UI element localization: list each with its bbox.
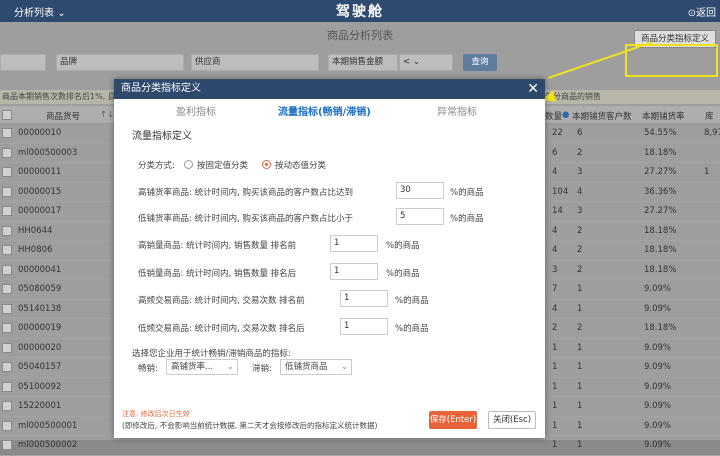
high-frequency-input[interactable]: 1 <box>340 290 388 307</box>
field-suffix: %的商品 <box>395 324 429 334</box>
low-sales-input[interactable]: 1 <box>330 263 378 280</box>
close-button[interactable]: 关闭(Esc) <box>488 411 536 429</box>
filter-left-field[interactable] <box>0 54 46 71</box>
select-all-checkbox[interactable] <box>2 110 12 120</box>
tab-traffic[interactable]: 流量指标(畅销/滞销) <box>278 103 371 118</box>
category-definition-dialog: 商品分类指标定义 ✕ 盈利指标 流量指标(畅销/滞销) 异常指标 流量指标定义 … <box>114 79 545 438</box>
radio-fixed[interactable] <box>184 160 193 169</box>
row-checkbox[interactable] <box>2 167 12 177</box>
row-checkbox[interactable] <box>2 381 12 392</box>
hot-label: 畅销: <box>138 364 158 374</box>
dialog-title: 商品分类指标定义 <box>121 83 201 94</box>
high-sales-input[interactable]: 1 <box>330 235 378 252</box>
row-checkbox[interactable] <box>2 206 12 216</box>
supplier-filter[interactable]: 供应商 <box>191 54 319 71</box>
header-coverage-rate[interactable]: 本期铺货率 <box>642 110 685 122</box>
choose-indicator-label: 选择您企业用于统计畅销/滞销商品的指标: <box>132 349 291 359</box>
header-customer-count[interactable]: 本期铺货客户数 <box>572 110 632 122</box>
chevron-down-icon: ⌄ <box>340 362 348 372</box>
field-label: 高销量商品: 统计时间内, 销售数量 排名前 <box>138 241 297 251</box>
slow-indicator-select[interactable]: 低铺货商品 ⌄ <box>280 359 352 375</box>
row-checkbox[interactable] <box>2 225 12 236</box>
radio-dynamic-label: 按动态值分类 <box>275 161 327 171</box>
radio-fixed-label: 按固定值分类 <box>197 161 249 171</box>
row-checkbox[interactable] <box>2 401 12 411</box>
field-label: 低铺货率商品: 统计时间内, 购买该商品的客户数占比小于 <box>138 214 353 224</box>
row-checkbox[interactable] <box>2 264 12 275</box>
row-checkbox[interactable] <box>2 440 12 450</box>
row-checkbox[interactable] <box>2 186 12 197</box>
query-button[interactable]: 查询 <box>463 54 497 71</box>
row-checkbox[interactable] <box>2 420 12 431</box>
row-checkbox[interactable] <box>2 362 12 372</box>
hot-indicator-select[interactable]: 高铺货率... ⌄ <box>166 359 238 375</box>
close-icon[interactable]: ✕ <box>527 79 539 99</box>
field-suffix: %的商品 <box>450 188 484 198</box>
header-qty[interactable]: 数量 <box>545 110 562 122</box>
field-suffix: %的商品 <box>395 296 429 306</box>
field-label: 高频交易商品: 统计时间内, 交易次数 排名前 <box>138 296 305 306</box>
method-label: 分类方式: <box>138 161 175 171</box>
radio-dynamic[interactable] <box>262 160 271 169</box>
sort-icon[interactable]: ↑↓ <box>100 110 114 120</box>
top-bar: 分析列表 ⌄ 驾驶舱 ⊙返回 <box>0 0 720 22</box>
sales-metric-select[interactable]: 本期销售金额 <box>328 54 398 71</box>
dialog-header: 商品分类指标定义 ✕ <box>114 79 545 99</box>
low-coverage-input[interactable]: 5 <box>396 208 444 225</box>
row-checkbox[interactable] <box>2 147 12 158</box>
chevron-down-icon: ⌄ <box>226 362 234 372</box>
field-label: 低销量商品: 统计时间内, 销售数量 排名后 <box>138 269 297 279</box>
field-suffix: %的商品 <box>386 241 420 251</box>
tab-abnormal[interactable]: 异常指标 <box>437 103 477 118</box>
table-row[interactable]: ml000500002 1 1 9.09% <box>0 436 720 456</box>
row-checkbox[interactable] <box>2 323 12 333</box>
back-button[interactable]: ⊙返回 <box>688 4 716 19</box>
row-checkbox[interactable] <box>2 303 12 314</box>
effective-note: 注意: 修改后次日生效 <box>122 410 190 418</box>
dialog-tabs: 盈利指标 流量指标(畅销/滞销) 异常指标 <box>114 99 545 119</box>
header-more[interactable]: 库 <box>705 110 714 122</box>
row-checkbox[interactable] <box>2 342 12 353</box>
field-label: 高铺货率商品: 统计时间内, 购买该商品的客户数占比达到 <box>138 188 353 198</box>
brand-title: 驾驶舱 <box>336 4 384 20</box>
compare-operator-select[interactable]: < ⌄ <box>399 54 453 71</box>
field-label: 低频交易商品: 统计时间内, 交易次数 排名后 <box>138 324 305 334</box>
highlight-box <box>625 44 718 77</box>
row-checkbox[interactable] <box>2 128 12 138</box>
section-title: 流量指标定义 <box>132 131 192 142</box>
effective-note-detail: (即修改后, 不会影响当前统计数据, 第二天才会按修改后的指标定义统计数据) <box>122 421 378 430</box>
back-circle-icon: ⊙ <box>687 8 696 19</box>
field-suffix: %的商品 <box>386 269 420 279</box>
low-frequency-input[interactable]: 1 <box>340 318 388 335</box>
help-icon: ● <box>562 110 570 120</box>
row-checkbox[interactable] <box>2 284 12 294</box>
page-title: 商品分析列表 <box>327 29 393 42</box>
field-suffix: %的商品 <box>450 214 484 224</box>
header-goods-no[interactable]: 商品货号 <box>46 110 80 122</box>
high-coverage-input[interactable]: 30 <box>396 182 444 199</box>
slow-label: 滞销: <box>252 364 272 374</box>
row-checkbox[interactable] <box>2 245 12 255</box>
tab-profit[interactable]: 盈利指标 <box>176 103 216 118</box>
chevron-down-icon: ⌄ <box>412 57 420 67</box>
save-button[interactable]: 保存(Enter) <box>429 411 477 429</box>
brand-filter[interactable]: 品牌 <box>56 54 184 71</box>
